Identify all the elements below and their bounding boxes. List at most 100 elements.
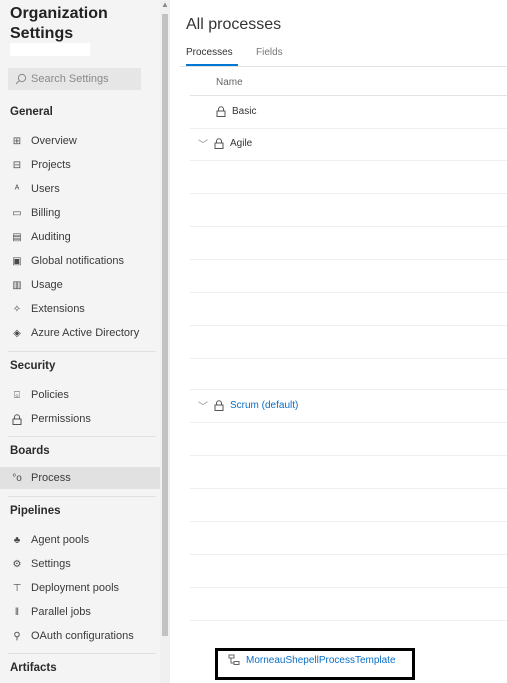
sidebar-item-label: Process [31,472,71,484]
column-header-name[interactable]: Name [216,77,243,88]
sidebar-item-usage[interactable]: ▥ Usage [5,274,155,296]
sidebar-scrollbar[interactable]: ▲ [160,0,170,683]
settings-sidebar: Organization Settings Search Settings Ge… [0,0,170,683]
sidebar-item-label: Settings [31,558,71,570]
sidebar-item-overview[interactable]: ⊞ Overview [5,130,155,152]
policy-icon: ⌺ [14,389,20,401]
row-divider [190,587,507,588]
sidebar-item-label: Extensions [31,303,85,315]
process-icon: °o [12,472,22,484]
document-icon: ▤ [12,231,22,243]
sidebar-item-parallel-jobs[interactable]: ‖ Parallel jobs [5,601,155,623]
search-placeholder: Search Settings [31,73,109,85]
scroll-up-arrow-icon[interactable]: ▲ [161,1,169,9]
section-divider [8,436,156,437]
sidebar-item-label: Billing [31,207,61,219]
sidebar-item-policies[interactable]: ⌺ Policies [5,384,155,406]
sidebar-item-global-notifications[interactable]: ▣ Global notifications [5,250,155,272]
tab-processes[interactable]: Processes [186,47,233,58]
sidebar-item-label: Users [31,183,60,195]
sidebar-item-label: Overview [31,135,77,147]
row-divider [190,422,507,423]
section-divider [8,351,156,352]
row-divider [190,259,507,260]
key-icon: ⚲ [13,630,21,642]
main-content: All processes Processes Fields Name Basi… [170,0,507,683]
lock-icon [214,137,224,149]
chat-icon: ▣ [12,255,22,267]
inherited-process-icon [228,654,240,665]
tabs-divider [180,66,507,67]
process-name: Basic [232,105,257,117]
users-icon: ᴬ [14,183,20,195]
parallel-icon: ‖ [14,606,20,618]
process-row-basic[interactable]: Basic [216,101,256,121]
process-row-template[interactable]: MorneauShepellProcessTemplate [228,654,396,666]
row-divider [190,455,507,456]
scrollbar-thumb[interactable] [162,14,168,636]
header-divider [190,95,507,96]
row-divider [190,193,507,194]
section-security: Security [10,360,56,372]
row-divider [190,358,507,359]
lock-icon [214,399,224,411]
sidebar-item-settings[interactable]: ⚙ Settings [5,553,155,575]
organization-name-placeholder [10,43,90,56]
chart-icon: ▥ [12,279,22,291]
sidebar-item-label: Agent pools [31,534,90,546]
sidebar-item-agent-pools[interactable]: ♣ Agent pools [5,529,155,551]
sidebar-item-label: Permissions [31,413,91,425]
search-settings-input[interactable]: Search Settings [8,68,141,90]
grid-icon: ⊞ [12,135,22,147]
sidebar-item-permissions[interactable]: Permissions [5,408,155,430]
row-divider [190,620,507,621]
puzzle-icon: ✧ [12,303,22,315]
sidebar-item-label: Auditing [31,231,71,243]
process-name: Agile [230,137,253,149]
azure-ad-icon: ◈ [13,327,21,339]
sidebar-item-projects[interactable]: ⊟ Projects [5,154,155,176]
row-divider [190,160,507,161]
sidebar-item-label: Projects [31,159,71,171]
sidebar-item-auditing[interactable]: ▤ Auditing [5,226,155,248]
sidebar-item-label: Parallel jobs [31,606,91,618]
process-row-agile[interactable]: ﹀ Agile [198,133,252,153]
gear-icon: ⚙ [12,558,22,570]
deployment-icon: ⊤ [12,582,22,594]
sidebar-item-process[interactable]: °o Process [0,467,160,489]
lock-icon [10,412,24,426]
row-divider [190,128,507,129]
chevron-down-icon[interactable]: ﹀ [198,398,208,413]
cart-icon: ▭ [12,207,22,219]
row-divider [190,325,507,326]
chevron-down-icon[interactable]: ﹀ [198,136,208,151]
row-divider [190,389,507,390]
section-divider [8,496,156,497]
section-boards: Boards [10,445,50,457]
sidebar-item-azure-active-directory[interactable]: ◈ Azure Active Directory [5,322,155,344]
sidebar-item-oauth-configurations[interactable]: ⚲ OAuth configurations [5,625,155,647]
sidebar-item-billing[interactable]: ▭ Billing [5,202,155,224]
template-name-link[interactable]: MorneauShepellProcessTemplate [246,655,396,666]
sidebar-item-deployment-pools[interactable]: ⊤ Deployment pools [5,577,155,599]
process-row-scrum[interactable]: ﹀ Scrum (default) [198,395,298,415]
sidebar-item-extensions[interactable]: ✧ Extensions [5,298,155,320]
row-divider [190,488,507,489]
row-divider [190,521,507,522]
projects-icon: ⊟ [12,159,22,171]
row-divider [190,226,507,227]
row-divider [190,292,507,293]
process-name-link[interactable]: Scrum (default) [230,400,298,411]
sidebar-item-users[interactable]: ᴬ Users [5,178,155,200]
section-general: General [10,106,53,118]
sidebar-item-label: Deployment pools [31,582,120,594]
page-title: All processes [186,16,282,33]
sidebar-item-label: Policies [31,389,69,401]
sidebar-item-label: OAuth configurations [31,630,134,642]
sidebar-item-label: Azure Active Directory [31,327,140,339]
search-icon [15,73,27,85]
agent-pools-icon: ♣ [13,534,21,546]
section-artifacts: Artifacts [10,662,57,674]
sidebar-title: Organization Settings [10,5,108,42]
tab-fields[interactable]: Fields [256,47,283,58]
